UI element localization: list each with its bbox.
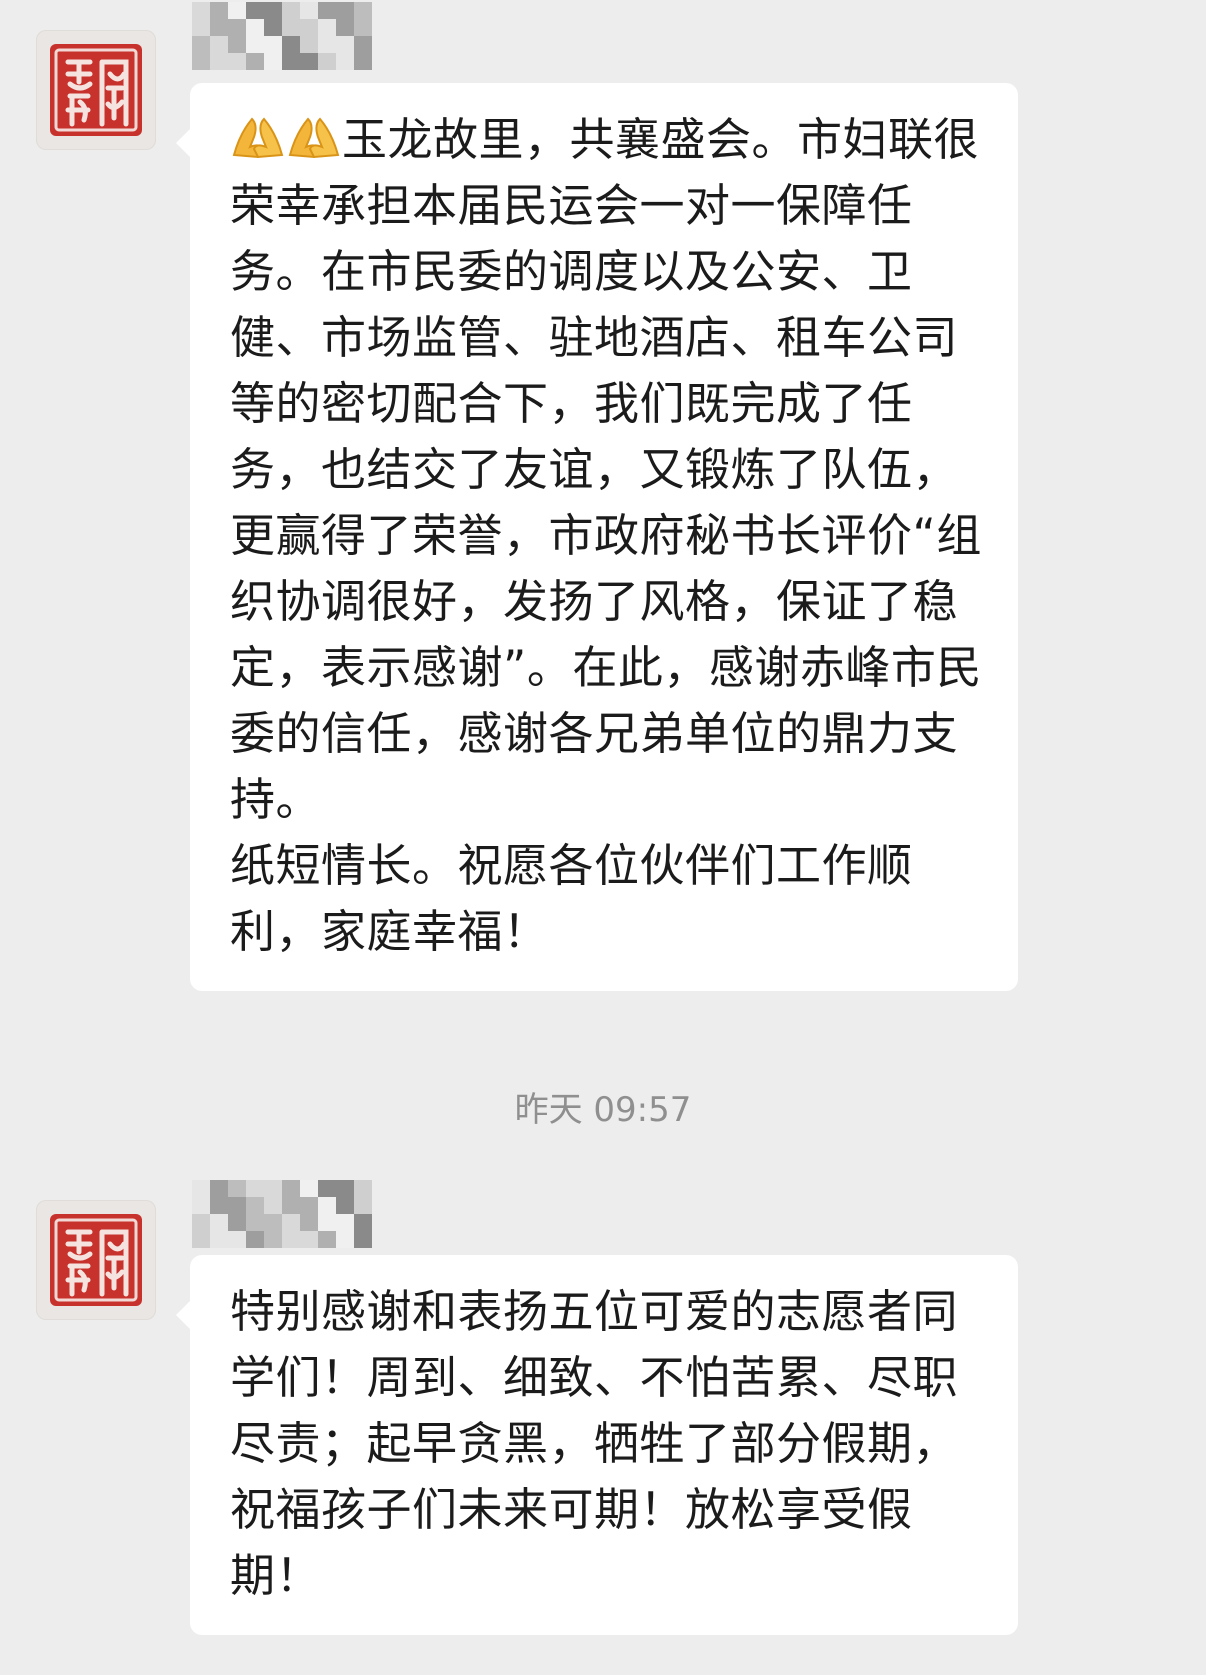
mosaic-cell (264, 1197, 282, 1214)
mosaic-cell (336, 1214, 354, 1231)
mosaic-cell (228, 19, 246, 36)
message-bubble[interactable]: 玉龙故里，共襄盛会。市妇联很荣幸承担本届民运会一对一保障任务。在市民委的调度以及… (176, 83, 1018, 991)
mosaic-cell (336, 1231, 354, 1248)
red-seal-icon (50, 44, 142, 136)
mosaic-cell (228, 2, 246, 19)
mosaic-cell (210, 1180, 228, 1197)
message-text: 特别感谢和表扬五位可爱的志愿者同学们！周到、细致、不怕苦累、尽职尽责；起早贪黑，… (230, 1285, 959, 1602)
mosaic-cell (246, 53, 264, 70)
mosaic-cell (300, 1214, 318, 1231)
mosaic-cell (354, 53, 372, 70)
mosaic-cell (282, 1214, 300, 1231)
mosaic-cell (264, 1180, 282, 1197)
mosaic-cell (264, 19, 282, 36)
mosaic-cell (264, 53, 282, 70)
mosaic-cell (300, 2, 318, 19)
mosaic-cell (354, 19, 372, 36)
mosaic-cell (336, 2, 354, 19)
mosaic-cell (282, 36, 300, 53)
mosaic-cell (318, 1231, 336, 1248)
mosaic-cell (192, 36, 210, 53)
sender-avatar[interactable] (36, 30, 156, 150)
mosaic-cell (192, 1197, 210, 1214)
message-text: 纸短情长。祝愿各位伙伴们工作顺利，家庭幸福！ (230, 839, 913, 958)
sender-name-blurred (192, 1180, 372, 1248)
mosaic-cell (210, 2, 228, 19)
mosaic-cell (318, 2, 336, 19)
mosaic-cell (318, 53, 336, 70)
mosaic-cell (210, 1197, 228, 1214)
mosaic-cell (210, 53, 228, 70)
mosaic-cell (228, 53, 246, 70)
mosaic-cell (354, 1214, 372, 1231)
mosaic-cell (192, 1180, 210, 1197)
mosaic-cell (264, 36, 282, 53)
mosaic-cell (318, 1214, 336, 1231)
mosaic-cell (318, 19, 336, 36)
mosaic-cell (228, 1197, 246, 1214)
mosaic-cell (192, 53, 210, 70)
mosaic-cell (354, 1197, 372, 1214)
mosaic-cell (246, 36, 264, 53)
mosaic-cell (210, 1231, 228, 1248)
message-bubble[interactable]: 特别感谢和表扬五位可爱的志愿者同学们！周到、细致、不怕苦累、尽职尽责；起早贪黑，… (176, 1255, 1018, 1635)
folded-hands-emoji-icon (230, 113, 286, 161)
mosaic-cell (210, 1214, 228, 1231)
mosaic-cell (300, 1231, 318, 1248)
mosaic-cell (192, 19, 210, 36)
mosaic-cell (354, 2, 372, 19)
message-text: 玉龙故里，共襄盛会。市妇联很荣幸承担本届民运会一对一保障任务。在市民委的调度以及… (230, 113, 982, 826)
mosaic-cell (246, 1214, 264, 1231)
mosaic-cell (192, 1231, 210, 1248)
mosaic-cell (300, 1197, 318, 1214)
mosaic-cell (264, 1214, 282, 1231)
mosaic-cell (300, 36, 318, 53)
mosaic-cell (228, 1231, 246, 1248)
mosaic-cell (300, 19, 318, 36)
mosaic-cell (354, 1180, 372, 1197)
mosaic-cell (354, 36, 372, 53)
folded-hands-emoji-icon (286, 113, 342, 161)
mosaic-cell (282, 19, 300, 36)
mosaic-cell (336, 1197, 354, 1214)
mosaic-cell (318, 1197, 336, 1214)
mosaic-cell (282, 1197, 300, 1214)
chat-timestamp: 昨天 09:57 (514, 1090, 692, 1130)
mosaic-cell (246, 2, 264, 19)
mosaic-cell (282, 2, 300, 19)
red-seal-icon (50, 1214, 142, 1306)
mosaic-cell (210, 19, 228, 36)
mosaic-cell (246, 19, 264, 36)
mosaic-cell (246, 1197, 264, 1214)
mosaic-cell (318, 36, 336, 53)
mosaic-cell (246, 1180, 264, 1197)
mosaic-cell (210, 36, 228, 53)
mosaic-cell (318, 1180, 336, 1197)
mosaic-cell (336, 1180, 354, 1197)
mosaic-cell (300, 1180, 318, 1197)
mosaic-cell (300, 53, 318, 70)
mosaic-cell (336, 53, 354, 70)
sender-avatar[interactable] (36, 1200, 156, 1320)
mosaic-cell (228, 1214, 246, 1231)
mosaic-cell (354, 1231, 372, 1248)
mosaic-cell (192, 1214, 210, 1231)
mosaic-cell (282, 1180, 300, 1197)
mosaic-cell (282, 1231, 300, 1248)
mosaic-cell (246, 1231, 264, 1248)
mosaic-cell (336, 36, 354, 53)
mosaic-cell (282, 53, 300, 70)
mosaic-cell (228, 36, 246, 53)
sender-name-blurred (192, 2, 372, 70)
mosaic-cell (228, 1180, 246, 1197)
mosaic-cell (264, 1231, 282, 1248)
mosaic-cell (192, 2, 210, 19)
mosaic-cell (264, 2, 282, 19)
mosaic-cell (336, 19, 354, 36)
